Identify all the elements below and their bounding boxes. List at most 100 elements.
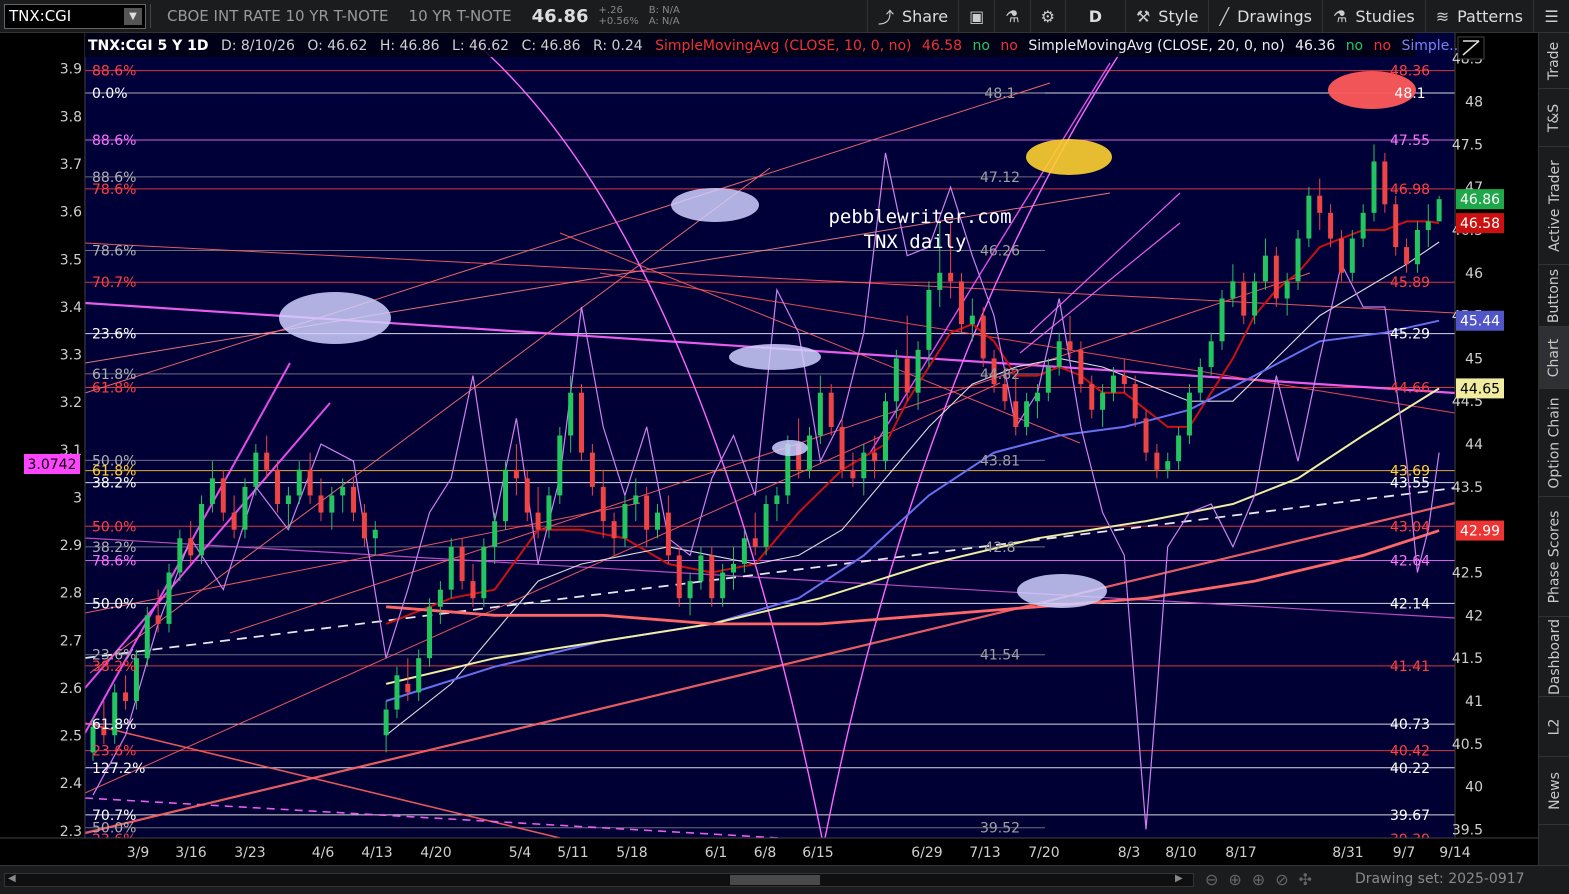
side-tab-news[interactable]: News [1539,757,1569,825]
candle-body [1414,229,1420,265]
studies-button[interactable]: ⚗ Studies [1321,0,1425,33]
price-badge-value: 42.99 [1460,524,1500,540]
drawings-label: Drawings [1237,6,1312,26]
style-button[interactable]: ⚒ Style [1124,0,1209,33]
candle-body [1013,401,1019,427]
candle-body [1208,341,1214,367]
left-price-badge-value: 3.0742 [28,457,77,473]
period-label: D [1088,6,1103,26]
left-axis-tick: 3.3 [60,348,82,364]
symbol-short-description: 10 YR T-NOTE [408,7,512,25]
side-tab-l2[interactable]: L2 [1539,697,1569,757]
zoom-in-icon[interactable]: ⊕ [1228,870,1251,889]
level-label: 48.1 [1394,86,1425,102]
patterns-label: Patterns [1457,6,1523,26]
candle-body [1067,341,1073,350]
candle-body [340,486,346,496]
candle-body [1273,255,1279,299]
flask-icon: ⚗ [1332,6,1348,26]
candle-body [589,452,595,487]
side-tab-label: Active Trader [1546,159,1563,252]
side-tab-dashboard[interactable]: Dashboard [1539,617,1569,697]
side-tab-t-s[interactable]: T&S [1539,89,1569,147]
side-tab-chart[interactable]: Chart [1539,327,1569,389]
x-axis-tick: 3/9 [127,845,150,861]
sma20-flag-2: no [1374,38,1391,54]
lab-button[interactable]: ⚗ [994,0,1029,33]
fib-percent-label: 61.8% [92,381,136,397]
menu-button[interactable]: ☰ [1533,0,1569,33]
patterns-button[interactable]: ≋ Patterns [1424,0,1533,33]
level-label: 40.22 [1390,761,1430,777]
x-axis-tick: 6/15 [802,845,833,861]
scroll-right-icon[interactable]: ▶ [1175,873,1183,884]
x-axis-tick: 6/1 [705,845,728,861]
crosshair-icon[interactable]: ⊕ [1252,870,1275,889]
chevron-down-icon[interactable]: ▼ [124,7,142,25]
flexible-grid-button[interactable]: ▣ [958,0,994,33]
fib-percent-label: 127.2% [92,761,145,777]
highlight-ellipse [1017,574,1107,608]
x-axis-tick: 3/23 [234,845,265,861]
candle-body [307,469,313,496]
candle-body [351,486,357,513]
horizontal-scrollbar[interactable]: ◀ ▶ [4,873,1194,887]
candle-body [1360,212,1366,239]
mid-level-label: 39.52 [980,821,1020,837]
left-axis-tick: 2.4 [60,776,82,792]
drawings-button[interactable]: ╱ Drawings [1208,0,1322,33]
side-tab-label: News [1546,771,1563,810]
candle-body [394,675,400,710]
sma20-label[interactable]: SimpleMovingAvg (CLOSE, 20, 0, no) [1028,38,1284,54]
studies-label: Studies [1355,6,1415,26]
pan-icon[interactable]: ⊘ [1275,870,1298,889]
link-icon[interactable] [150,4,151,28]
candle-body [1197,366,1203,393]
more-studies-label[interactable]: Simple... [1402,38,1463,54]
fib-percent-label: 78.6% [92,554,136,570]
side-tab-phase-scores[interactable]: Phase Scores [1539,497,1569,617]
drawing-set-label: Drawing set: 2025-0917 [1355,871,1525,887]
symbol-input[interactable]: TNX:CGI ▼ [4,3,146,29]
scroll-left-icon[interactable]: ◀ [8,873,16,884]
sma10-label[interactable]: SimpleMovingAvg (CLOSE, 10, 0, no) [655,38,911,54]
right-axis-tick: 39.5 [1452,822,1483,838]
x-axis-tick: 4/13 [361,845,392,861]
candle-body [557,435,563,496]
left-axis-tick: 2.3 [60,824,82,840]
candle-body [448,546,454,590]
fit-icon[interactable]: ✣ [1299,870,1322,889]
side-tab-active-trader[interactable]: Active Trader [1539,147,1569,265]
candle-body [1262,255,1268,282]
period-button[interactable]: D [1064,0,1125,33]
fib-percent-label: 88.6% [92,133,136,149]
info-open: O: 46.62 [307,38,367,54]
drawing-tool-icon[interactable] [1457,36,1485,60]
level-label: 44.66 [1390,381,1430,397]
plot-area [85,33,1455,838]
zoom-out-icon[interactable]: ⊖ [1205,870,1228,889]
price-chart[interactable]: 48.3648.147.5546.9845.8945.2944.6643.694… [0,33,1538,865]
candle-body [1349,238,1355,273]
x-axis-tick: 7/13 [969,845,1000,861]
candle-body [687,581,693,599]
right-axis-tick: 46 [1465,266,1483,282]
watermark-line-1: pebblewriter.com [828,206,1011,228]
candle-body [1143,418,1149,453]
candle-body [1284,281,1290,299]
level-label: 45.29 [1390,327,1430,343]
sma10-value: 46.58 [922,38,962,54]
settings-button[interactable]: ⚙ [1029,0,1065,33]
x-axis-tick: 5/4 [509,845,532,861]
side-tab-trade[interactable]: Trade [1539,33,1569,89]
fib-percent-label: 50.0% [92,596,136,612]
share-button[interactable]: ⤴ Share [866,0,958,33]
scrollbar-thumb[interactable] [730,875,820,885]
fib-percent-label: 70.7% [92,275,136,291]
x-axis-tick: 8/31 [1332,845,1363,861]
level-label: 42.64 [1390,554,1430,570]
side-tab-option-chain[interactable]: Option Chain [1539,389,1569,497]
fib-percent-label: 0.0% [92,86,128,102]
side-tab-label: Trade [1546,41,1563,80]
side-tab-buttons[interactable]: Buttons [1539,265,1569,327]
